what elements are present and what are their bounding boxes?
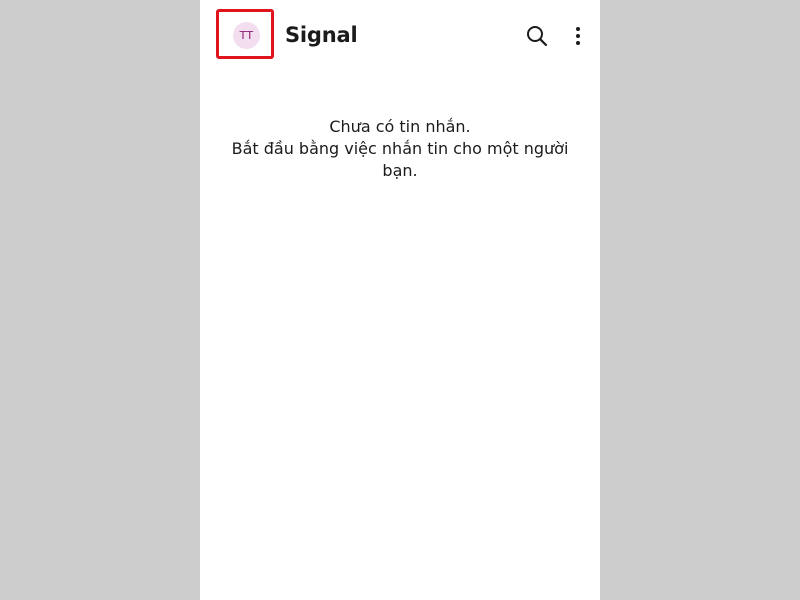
search-icon <box>527 26 548 47</box>
profile-avatar[interactable]: TT <box>233 22 260 49</box>
search-button[interactable] <box>523 22 551 50</box>
app-title: Signal <box>285 23 358 47</box>
overflow-menu-button[interactable] <box>564 22 592 50</box>
avatar-initials: TT <box>239 29 254 42</box>
signal-app-screen: TT Signal Chưa có tin nhắn. Bắt đầu bằng… <box>200 0 600 600</box>
more-vertical-icon <box>576 27 580 45</box>
empty-message-line1: Chưa có tin nhắn. <box>329 117 471 136</box>
empty-message-line2: Bắt đầu bằng việc nhắn tin cho một người… <box>231 139 569 180</box>
empty-conversations-message: Chưa có tin nhắn. Bắt đầu bằng việc nhắn… <box>230 116 570 182</box>
